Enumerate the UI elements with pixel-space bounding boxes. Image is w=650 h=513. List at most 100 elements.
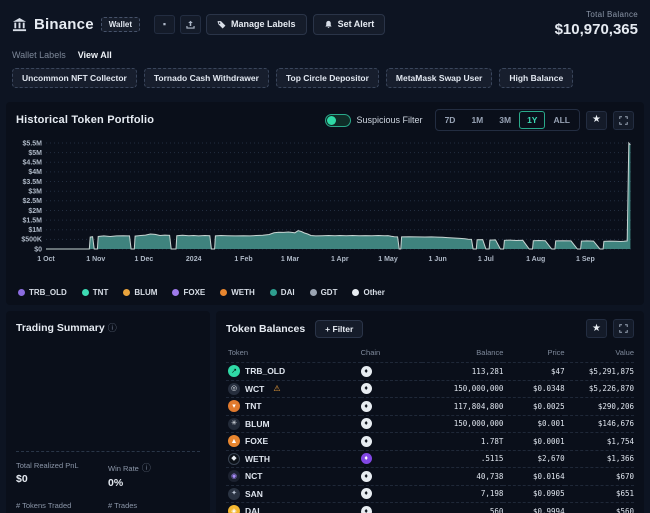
time-range-1m[interactable]: 1M	[463, 111, 491, 129]
wallet-label-pills: Uncommon NFT Collector Tornado Cash Withd…	[0, 68, 650, 88]
table-row-foxe[interactable]: ▲FOXE♦1.78T$0.0001$1,754	[226, 433, 634, 451]
token-value: $1,366	[607, 454, 634, 463]
suspicious-filter-toggle[interactable]	[325, 114, 351, 127]
weth-token-icon: ◆	[228, 453, 240, 465]
svg-text:1 Jul: 1 Jul	[478, 256, 494, 263]
svg-text:2024: 2024	[186, 256, 202, 263]
info-icon: ⓘ	[142, 463, 151, 473]
svg-text:1 Jun: 1 Jun	[429, 256, 447, 263]
wallet-label-pill[interactable]: Tornado Cash Withdrawer	[144, 68, 269, 88]
time-range-all[interactable]: ALL	[545, 111, 578, 129]
legend-item-blum[interactable]: BLUM	[123, 288, 157, 297]
token-balance: 1.78T	[481, 437, 504, 446]
ethereum-chain-icon: ♦	[361, 506, 372, 513]
wct-token-icon: ◎	[228, 383, 240, 395]
token-name: WETH	[245, 454, 270, 464]
wallet-label-pill[interactable]: Top Circle Depositor	[276, 68, 379, 88]
time-range-3m[interactable]: 3M	[491, 111, 519, 129]
token-balances-table: Token Chain Balance Price Value ↗TRB_OLD…	[226, 345, 634, 513]
table-row-trb_old[interactable]: ↗TRB_OLD♦113,281$47$5,291,875	[226, 363, 634, 381]
expand-icon	[619, 116, 628, 125]
tnt-token-icon: ▾	[228, 400, 240, 412]
token-price: $0.0905	[533, 489, 565, 498]
legend-item-tnt[interactable]: TNT	[82, 288, 109, 297]
wallet-label-pill[interactable]: Uncommon NFT Collector	[12, 68, 137, 88]
trading-summary-panel: Trading Summaryⓘ Total Realized PnL$0Win…	[6, 311, 210, 513]
favorite-button[interactable]: ★	[586, 111, 607, 130]
time-range-7d[interactable]: 7D	[437, 111, 464, 129]
svg-text:$2M: $2M	[28, 208, 42, 215]
column-header-balance[interactable]: Balance	[422, 345, 504, 363]
manage-labels-button[interactable]: Manage Labels	[206, 14, 307, 35]
share-button[interactable]	[180, 15, 201, 34]
total-balance-value: $10,970,365	[555, 21, 638, 38]
token-value: $1,754	[607, 437, 634, 446]
suspicious-filter-label: Suspicious Filter	[357, 115, 423, 125]
wallet-label-pill[interactable]: MetaMask Swap User	[386, 68, 492, 88]
bell-icon	[324, 20, 333, 29]
svg-text:1 Feb: 1 Feb	[234, 256, 252, 263]
pin-button[interactable]: ▪	[154, 15, 175, 34]
ethereum-chain-icon: ♦	[361, 401, 372, 412]
legend-item-dai[interactable]: DAI	[270, 288, 295, 297]
expand-icon	[619, 324, 628, 333]
wallet-labels-title: Wallet Labels	[12, 50, 66, 60]
divider	[16, 451, 200, 452]
bottom-row: Trading Summaryⓘ Total Realized PnL$0Win…	[6, 311, 644, 513]
legend-item-foxe[interactable]: FOXE	[172, 288, 205, 297]
column-header-price[interactable]: Price	[503, 345, 564, 363]
svg-text:1 May: 1 May	[378, 256, 398, 263]
legend-dot	[352, 289, 359, 296]
set-alert-button[interactable]: Set Alert	[313, 14, 386, 35]
column-header-chain[interactable]: Chain	[361, 345, 422, 363]
table-row-san[interactable]: ✦SAN♦7,198$0.0905$651	[226, 485, 634, 503]
svg-text:$3.5M: $3.5M	[23, 179, 43, 186]
token-price: $0.0164	[533, 472, 565, 481]
table-row-dai[interactable]: ◈DAI♦560$0.9994$560	[226, 503, 634, 513]
column-header-value[interactable]: Value	[565, 345, 634, 363]
svg-text:1 Dec: 1 Dec	[135, 256, 154, 263]
set-alert-label: Set Alert	[338, 19, 375, 29]
info-icon: ⓘ	[108, 323, 117, 333]
wallet-label-pill[interactable]: High Balance	[499, 68, 573, 88]
token-value: $5,291,875	[589, 367, 634, 376]
token-name: SAN	[245, 489, 263, 499]
column-header-token[interactable]: Token	[226, 345, 361, 363]
token-balance: 150,000,000	[454, 419, 504, 428]
ethereum-chain-icon: ♦	[361, 366, 372, 377]
token-balance: 113,281	[472, 367, 504, 376]
legend-item-trb_old[interactable]: TRB_OLD	[18, 288, 67, 297]
legend-item-gdt[interactable]: GDT	[310, 288, 338, 297]
legend-item-other[interactable]: Other	[352, 288, 384, 297]
token-value: $290,206	[598, 402, 634, 411]
token-balances-panel: Token Balances + Filter ★ Token Chain Ba…	[216, 311, 644, 513]
svg-text:$4.5M: $4.5M	[23, 160, 43, 167]
favorite-button[interactable]: ★	[586, 319, 607, 338]
legend-dot	[220, 289, 227, 296]
svg-text:1 Sep: 1 Sep	[576, 256, 595, 263]
legend-item-weth[interactable]: WETH	[220, 288, 255, 297]
table-row-weth[interactable]: ◆WETH♦.5115$2,670$1,366	[226, 450, 634, 468]
table-row-blum[interactable]: ✳BLUM♦150,000,000$0.001$146,676	[226, 415, 634, 433]
expand-button[interactable]	[613, 319, 634, 338]
token-balance: 150,000,000	[454, 384, 504, 393]
manage-labels-label: Manage Labels	[231, 19, 296, 29]
svg-text:$0: $0	[34, 246, 42, 253]
view-all-link[interactable]: View All	[78, 50, 112, 60]
entity-type-badge: Wallet	[101, 17, 140, 32]
portfolio-panel-title: Historical Token Portfolio	[16, 114, 154, 126]
legend-dot	[18, 289, 25, 296]
table-row-nct[interactable]: ◉NCT♦40,738$0.0164$670	[226, 468, 634, 486]
expand-button[interactable]	[613, 111, 634, 130]
table-row-tnt[interactable]: ▾TNT♦117,804,800$0.0025$290,206	[226, 398, 634, 416]
token-name: TRB_OLD	[245, 366, 285, 376]
add-filter-button[interactable]: + Filter	[315, 320, 363, 338]
svg-text:$5.5M: $5.5M	[23, 140, 43, 147]
svg-text:$5M: $5M	[28, 150, 42, 157]
trading-summary-stats: Total Realized PnL$0Win Rateⓘ0%# Tokens …	[16, 461, 200, 513]
time-range-1y[interactable]: 1Y	[519, 111, 545, 129]
ethereum-chain-icon: ♦	[361, 418, 372, 429]
table-row-wct[interactable]: ◎WCT⚠♦150,000,000$0.0348$5,226,870	[226, 380, 634, 398]
svg-text:1 Oct: 1 Oct	[37, 256, 55, 263]
nct-token-icon: ◉	[228, 470, 240, 482]
